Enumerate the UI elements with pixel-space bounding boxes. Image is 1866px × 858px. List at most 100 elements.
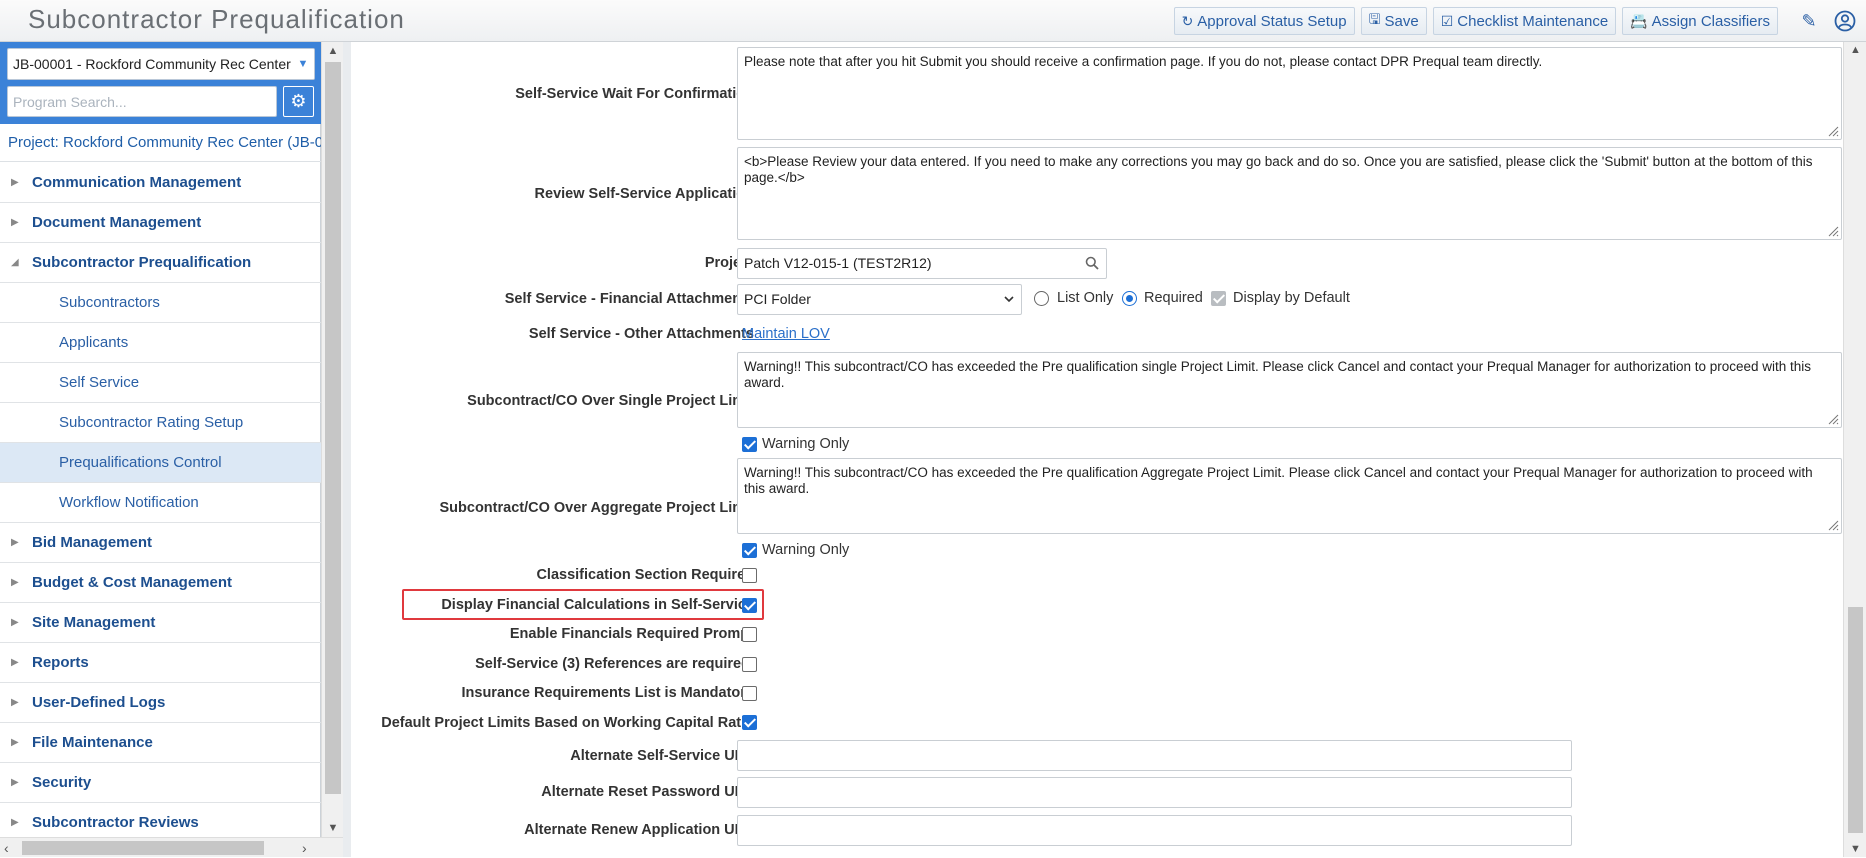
sidebar-item-site-management[interactable]: ▶ Site Management [0,603,321,643]
financial-attachments-label: Self Service - Financial Attachments [504,291,754,307]
caret-right-icon: ▶ [11,577,19,588]
sidebar-item-label: User-Defined Logs [32,694,166,711]
self-service-url-input[interactable] [737,740,1572,771]
resize-grip-icon[interactable] [1827,125,1839,137]
wait-confirmation-textarea[interactable]: Please note that after you hit Submit yo… [737,47,1842,140]
working-capital-ratio-label: Default Project Limits Based on Working … [381,715,754,731]
working-capital-ratio-checkbox[interactable] [742,715,757,730]
display-financial-calculations-checkbox[interactable] [742,598,757,613]
insurance-mandatory-checkbox[interactable] [742,686,757,701]
financial-attachments-select[interactable]: PCI Folder [737,284,1022,315]
job-select[interactable]: JB-00001 - Rockford Community Rec Center… [7,48,315,80]
sidebar-item-file-maintenance[interactable]: ▶ File Maintenance [0,723,321,763]
sidebar-item-label: Subcontractor Rating Setup [59,414,244,431]
sidebar-item-reports[interactable]: ▶ Reports [0,643,321,683]
aggregate-limit-label: Subcontract/CO Over Aggregate Project Li… [439,500,755,516]
sidebar-item-label: Subcontractor Reviews [32,814,199,831]
user-circle-icon [1834,10,1856,32]
assign-classifiers-button[interactable]: 📇 Assign Classifiers [1622,7,1778,35]
sidebar-item-prequalifications-control[interactable]: Prequalifications Control [0,443,321,483]
sidebar-item-applicants[interactable]: Applicants [0,323,321,363]
scroll-right-icon[interactable]: › [302,838,307,858]
single-limit-label: Subcontract/CO Over Single Project Limit [467,393,754,409]
sidebar-item-label: Subcontractors [59,294,160,311]
project-link[interactable]: Project: Rockford Community Rec Center (… [0,124,321,162]
reset-password-url-label: Alternate Reset Password URL [541,784,754,800]
sidebar-item-subcontractor-prequalification[interactable]: ◢ Subcontractor Prequalification [0,243,321,283]
scroll-down-icon[interactable]: ▼ [1844,843,1866,855]
scrollbar-thumb[interactable] [22,841,264,855]
user-button[interactable] [1830,7,1860,35]
resize-grip-icon[interactable] [1827,413,1839,425]
sidebar-item-label: Applicants [59,334,129,351]
sidebar-item-security[interactable]: ▶ Security [0,763,321,803]
main-vertical-scrollbar[interactable]: ▲ ▼ [1843,42,1866,857]
scrollbar-thumb[interactable] [1848,607,1863,833]
required-radio[interactable] [1122,291,1137,306]
edit-button[interactable]: ✎ [1794,7,1824,35]
sidebar: JB-00001 - Rockford Community Rec Center… [0,42,321,857]
sidebar-horizontal-scrollbar[interactable]: ‹ › [0,837,343,857]
self-service-url-label: Alternate Self-Service URL [570,748,754,764]
sidebar-item-workflow-notification[interactable]: Workflow Notification [0,483,321,523]
checklist-maintenance-button[interactable]: ☑ Checklist Maintenance [1432,7,1617,35]
display-financial-calculations-label: Display Financial Calculations in Self-S… [441,597,754,613]
single-limit-textarea[interactable]: Warning!! This subcontract/CO has exceed… [737,352,1842,428]
financials-required-prompt-checkbox[interactable] [742,627,757,642]
caret-right-icon: ▶ [11,217,19,228]
sidebar-item-self-service[interactable]: Self Service [0,363,321,403]
display-by-default-label: Display by Default [1233,290,1350,306]
list-only-label: List Only [1057,290,1114,306]
references-required-checkbox[interactable] [742,657,757,672]
caret-down-icon: ▼ [292,49,314,79]
gear-icon: ⚙ [290,91,307,111]
classification-required-checkbox[interactable] [742,568,757,583]
refresh-icon: ↻ [1181,12,1194,29]
sidebar-vertical-scrollbar[interactable]: ▲ ▼ [321,42,343,837]
caret-expanded-icon: ◢ [11,257,19,268]
financials-required-prompt-label: Enable Financials Required Prompt [509,626,754,642]
renew-application-url-input[interactable] [737,815,1572,846]
sidebar-item-budget-cost-management[interactable]: ▶ Budget & Cost Management [0,563,321,603]
reset-password-url-input[interactable] [737,777,1572,808]
search-icon[interactable] [1085,249,1099,278]
scroll-up-icon[interactable]: ▲ [322,42,344,60]
sidebar-item-label: Prequalifications Control [59,454,222,471]
sidebar-item-subcontractor-rating-setup[interactable]: Subcontractor Rating Setup [0,403,321,443]
save-icon: 🖫 [1368,11,1381,27]
sidebar-item-label: Subcontractor Prequalification [32,254,252,271]
single-limit-warning-checkbox[interactable] [742,437,757,452]
approval-status-setup-button[interactable]: ↻ Approval Status Setup [1173,7,1355,35]
scroll-down-icon[interactable]: ▼ [322,819,344,837]
list-only-radio[interactable] [1034,291,1049,306]
edit-icon: ✎ [1801,10,1817,31]
scroll-left-icon[interactable]: ‹ [4,838,9,858]
display-by-default-checkbox[interactable] [1211,291,1226,306]
scroll-up-icon[interactable]: ▲ [1844,44,1866,56]
resize-grip-icon[interactable] [1827,225,1839,237]
chevron-down-icon [1003,285,1015,314]
sidebar-item-subcontractors[interactable]: Subcontractors [0,283,321,323]
sidebar-item-document-management[interactable]: ▶ Document Management [0,203,321,243]
sidebar-item-communication-management[interactable]: ▶ Communication Management [0,163,321,203]
save-button[interactable]: 🖫 Save [1360,7,1427,35]
references-required-label: Self-Service (3) References are required… [475,656,754,672]
review-application-textarea[interactable]: <b>Please Review your data entered. If y… [737,147,1842,240]
project-field[interactable]: Patch V12-015-1 (TEST2R12) [737,248,1107,279]
sidebar-item-label: Site Management [32,614,156,631]
sidebar-item-label: Budget & Cost Management [32,574,233,591]
settings-button[interactable]: ⚙ [283,86,314,117]
aggregate-limit-textarea[interactable]: Warning!! This subcontract/CO has exceed… [737,458,1842,534]
maintain-lov-link[interactable]: Maintain LOV [742,326,830,342]
program-search-input[interactable] [7,86,277,117]
scrollbar-thumb[interactable] [325,62,341,794]
insurance-mandatory-label: Insurance Requirements List is Mandatory [461,685,755,701]
renew-application-url-label: Alternate Renew Application URL [524,822,754,838]
aggregate-limit-warning-checkbox[interactable] [742,543,757,558]
checkbox-icon: ☑ [1440,12,1454,29]
sidebar-controls: JB-00001 - Rockford Community Rec Center… [0,42,321,124]
caret-right-icon: ▶ [11,737,19,748]
sidebar-item-bid-management[interactable]: ▶ Bid Management [0,523,321,563]
resize-grip-icon[interactable] [1827,519,1839,531]
sidebar-item-user-defined-logs[interactable]: ▶ User-Defined Logs [0,683,321,723]
